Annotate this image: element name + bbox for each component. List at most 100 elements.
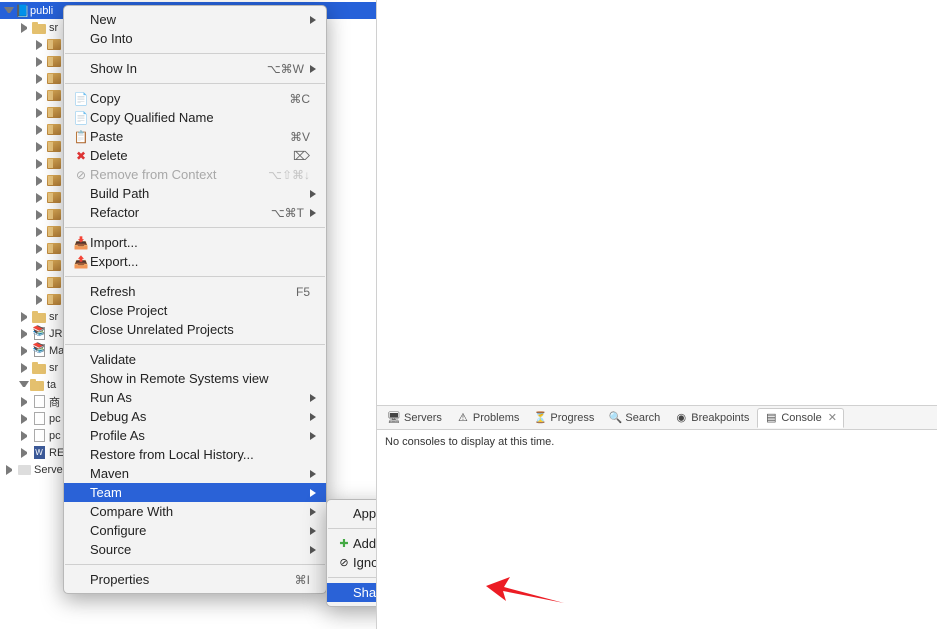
menu-shortcut: ⌥⌘W	[267, 62, 304, 76]
menu-item-maven[interactable]: Maven	[64, 464, 326, 483]
package-icon	[47, 242, 61, 256]
remove-icon: ⊘	[72, 168, 90, 182]
menu-item-paste[interactable]: 📋Paste⌘V	[64, 127, 326, 146]
chevron-icon	[36, 142, 46, 152]
menu-item-refresh[interactable]: RefreshF5	[64, 282, 326, 301]
jar-icon	[32, 344, 46, 358]
console-body: No consoles to display at this time.	[377, 430, 937, 454]
menu-item-restore-from-local-history[interactable]: Restore from Local History...	[64, 445, 326, 464]
chevron-icon	[36, 227, 46, 237]
tree-item-label: pc	[49, 430, 61, 442]
menu-separator	[65, 276, 325, 277]
tree-root-label: publi	[30, 5, 53, 17]
tab-progress[interactable]: ⏳Progress	[527, 408, 600, 428]
tab-problems[interactable]: ⚠Problems	[450, 408, 525, 428]
menu-separator	[65, 227, 325, 228]
submenu-arrow-icon	[310, 546, 316, 554]
menu-shortcut: ⌘V	[290, 130, 310, 144]
submenu-arrow-icon	[310, 527, 316, 535]
package-icon	[47, 157, 61, 171]
menu-item-configure[interactable]: Configure	[64, 521, 326, 540]
menu-item-validate[interactable]: Validate	[64, 350, 326, 369]
menu-item-properties[interactable]: Properties⌘I	[64, 570, 326, 589]
bottom-tabs[interactable]: 🖥Servers ⚠Problems ⏳Progress 🔍Search ◉Br…	[377, 406, 937, 430]
menu-label: Maven	[90, 466, 310, 481]
tree-item-label: sr	[49, 311, 58, 323]
menu-item-import[interactable]: 📥Import...	[64, 233, 326, 252]
package-icon	[47, 55, 61, 69]
menu-item-show-in-remote-systems-view[interactable]: Show in Remote Systems view	[64, 369, 326, 388]
package-icon	[47, 123, 61, 137]
package-icon	[47, 174, 61, 188]
tab-servers[interactable]: 🖥Servers	[381, 408, 448, 428]
chevron-icon	[36, 244, 46, 254]
menu-shortcut: ⌘C	[289, 92, 310, 106]
tab-breakpoints[interactable]: ◉Breakpoints	[668, 408, 755, 428]
chevron-icon	[36, 176, 46, 186]
tree-item-label: 商	[49, 394, 60, 410]
menu-separator	[65, 564, 325, 565]
submenu-arrow-icon	[310, 413, 316, 421]
breakpoints-icon: ◉	[674, 411, 688, 425]
menu-label: Show in Remote Systems view	[90, 371, 316, 386]
menu-item-copy-qualified-name[interactable]: 📄Copy Qualified Name	[64, 108, 326, 127]
submenu-arrow-icon	[310, 65, 316, 73]
menu-item-debug-as[interactable]: Debug As	[64, 407, 326, 426]
tree-item-label: ta	[47, 379, 56, 391]
tree-item-label: sr	[49, 362, 58, 374]
menu-label: Configure	[90, 523, 310, 538]
tree-item-label: RE	[49, 447, 64, 459]
menu-separator	[65, 83, 325, 84]
chevron-icon	[19, 381, 29, 391]
menu-item-team[interactable]: Team	[64, 483, 326, 502]
menu-label: Export...	[90, 254, 316, 269]
menu-item-delete[interactable]: ✖Delete⌦	[64, 146, 326, 165]
folder-icon	[32, 21, 46, 35]
chevron-icon	[36, 40, 46, 50]
tab-console[interactable]: ▤Console✕	[757, 408, 844, 428]
menu-item-run-as[interactable]: Run As	[64, 388, 326, 407]
menu-item-source[interactable]: Source	[64, 540, 326, 559]
chevron-icon	[36, 91, 46, 101]
menu-item-refactor[interactable]: Refactor⌥⌘T	[64, 203, 326, 222]
chevron-icon	[36, 159, 46, 169]
menu-label: Import...	[90, 235, 316, 250]
menu-label: Paste	[90, 129, 290, 144]
menu-item-close-unrelated-projects[interactable]: Close Unrelated Projects	[64, 320, 326, 339]
servers-icon: 🖥	[387, 411, 401, 425]
xml-icon	[32, 429, 46, 443]
menu-item-show-in[interactable]: Show In⌥⌘W	[64, 59, 326, 78]
menu-item-build-path[interactable]: Build Path	[64, 184, 326, 203]
folder-icon	[32, 361, 46, 375]
import-icon: 📥	[72, 236, 90, 250]
folder-icon	[30, 378, 44, 392]
menu-item-close-project[interactable]: Close Project	[64, 301, 326, 320]
menu-item-new[interactable]: New	[64, 10, 326, 29]
package-icon	[47, 225, 61, 239]
menu-item-profile-as[interactable]: Profile As	[64, 426, 326, 445]
context-menu[interactable]: New Go Into Show In⌥⌘W 📄Copy⌘C📄Copy Qualifi…	[63, 5, 327, 594]
menu-label: Refactor	[90, 205, 271, 220]
menu-label: Build Path	[90, 186, 310, 201]
menu-item-remove-from-context: ⊘Remove from Context⌥⇧⌘↓	[64, 165, 326, 184]
project-icon: 📘	[15, 4, 30, 18]
menu-shortcut: ⌥⇧⌘↓	[268, 168, 310, 182]
menu-item-go-into[interactable]: Go Into	[64, 29, 326, 48]
problems-icon: ⚠	[456, 411, 470, 425]
menu-label: Compare With	[90, 504, 310, 519]
server-icon	[17, 463, 31, 477]
package-icon	[47, 208, 61, 222]
tab-search[interactable]: 🔍Search	[602, 408, 666, 428]
menu-separator	[65, 53, 325, 54]
tree-item-label: sr	[49, 22, 58, 34]
chevron-icon	[36, 278, 46, 288]
menu-item-compare-with[interactable]: Compare With	[64, 502, 326, 521]
menu-label: Debug As	[90, 409, 310, 424]
chevron-icon	[21, 346, 31, 356]
menu-item-export[interactable]: 📤Export...	[64, 252, 326, 271]
menu-item-copy[interactable]: 📄Copy⌘C	[64, 89, 326, 108]
menu-shortcut: ⌘I	[295, 573, 310, 587]
menu-label: New	[90, 12, 310, 27]
file-icon	[32, 395, 46, 409]
close-icon[interactable]: ✕	[828, 411, 837, 424]
